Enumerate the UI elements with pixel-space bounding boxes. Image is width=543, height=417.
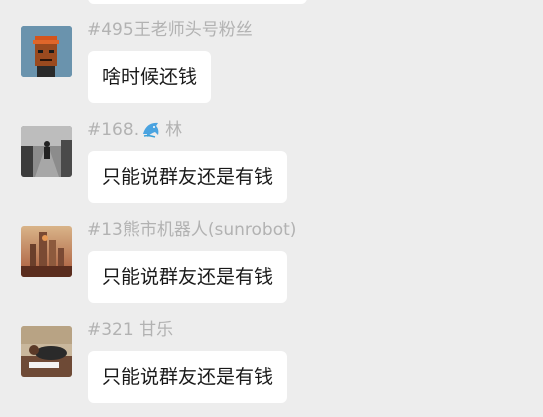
message-bubble[interactable]: 只能说群友还是有钱	[88, 351, 288, 403]
person-lying-photo-avatar-icon[interactable]	[21, 326, 72, 377]
chat-message: #13熊市机器人(sunrobot) 只能说群友还是有钱	[0, 217, 543, 317]
sender-name-suffix: 林	[165, 120, 183, 140]
sender-name: #495王老师头号粉丝	[87, 20, 253, 40]
pixel-punk-avatar-icon[interactable]	[21, 26, 72, 77]
sender-name-prefix: #168.	[87, 120, 140, 140]
sender-name: #168. 林	[87, 120, 182, 143]
sender-name: #13熊市机器人(sunrobot)	[87, 220, 297, 240]
message-bubble[interactable]: 只能说群友还是有钱	[88, 151, 288, 203]
previous-message-bubble[interactable]	[88, 0, 307, 4]
person-walking-photo-avatar-icon[interactable]	[21, 126, 72, 177]
chat-message: #321 甘乐 只能说群友还是有钱	[0, 317, 543, 417]
sender-name: #321 甘乐	[87, 320, 174, 340]
dolphin-emoji-icon	[141, 120, 161, 143]
chat-message: #495王老师头号粉丝 啥时候还钱	[0, 17, 543, 117]
message-bubble[interactable]: 只能说群友还是有钱	[88, 251, 288, 303]
message-bubble[interactable]: 啥时候还钱	[88, 51, 212, 103]
futuristic-city-avatar-icon[interactable]	[21, 226, 72, 277]
chat-message: #168. 林 只能说群友还是有钱	[0, 117, 543, 217]
